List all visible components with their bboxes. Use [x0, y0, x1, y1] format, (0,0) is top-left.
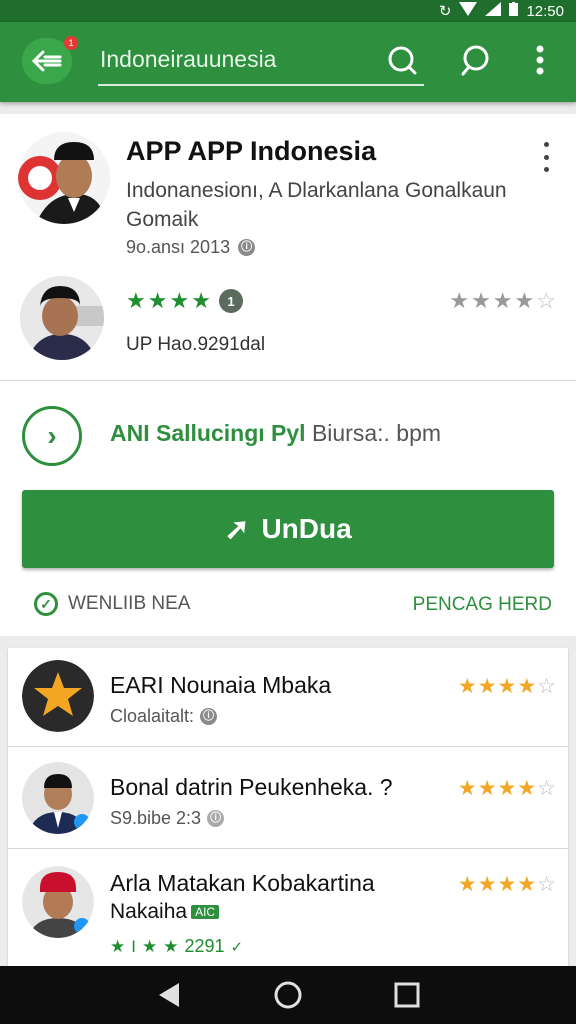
- search-field[interactable]: Indoneirauunesia: [98, 36, 424, 86]
- feature-text-primary: ANI Sallucingı Pyl: [110, 420, 306, 446]
- star-icon: ★: [497, 777, 517, 800]
- info-icon: ⓘ: [200, 708, 218, 725]
- app-date-text: 9o.ansı 2013: [126, 237, 231, 257]
- app-detail-card: APP APP Indonesia Indonanesionı, A Dlark…: [0, 114, 576, 636]
- list-item-subtitle: S9.bibe 2:3 ⓘ: [110, 808, 225, 829]
- more-link[interactable]: PENCAG HERD: [413, 594, 552, 616]
- star-icon: ★: [497, 675, 517, 698]
- list-item-title-line2: Nakaiha AIC: [110, 900, 220, 924]
- card-more-icon[interactable]: [536, 142, 556, 172]
- star-icon: ★: [163, 936, 179, 956]
- list-item-stars: ★ ★ ★ ★ ☆: [458, 776, 556, 801]
- verified-row: ✓ WENLIIB NEA: [34, 592, 190, 616]
- nav-recents-icon[interactable]: [387, 975, 427, 1015]
- rating-separator: I: [131, 936, 136, 956]
- star-empty-icon: ☆: [537, 777, 556, 800]
- install-label: UnDua: [261, 513, 352, 544]
- star-empty-icon: ☆: [537, 675, 556, 698]
- star-icon: ★: [497, 873, 517, 896]
- star-icon: ★: [141, 936, 158, 956]
- check-icon: ✓: [230, 938, 244, 956]
- battery-icon: [509, 2, 519, 20]
- app-title: APP APP Indonesia: [126, 136, 377, 166]
- star-icon: ★: [477, 675, 497, 698]
- star-empty-icon: ☆: [536, 288, 556, 313]
- list-item-stars: ★ ★ ★ ★ ☆: [458, 872, 556, 897]
- star-icon: ★: [514, 288, 535, 313]
- install-button[interactable]: ➚ UnDua: [22, 490, 554, 568]
- list-item-subtitle: Cloalaitalt: ⓘ: [110, 706, 218, 727]
- app-date: 9o.ansı 2013 ⓘ: [126, 237, 256, 258]
- status-time: 12:50: [526, 2, 564, 20]
- rating-badge: 1: [218, 289, 243, 313]
- verified-label: WENLIIB NEA: [68, 593, 191, 614]
- app-bar: 1 Indoneirauunesia: [0, 22, 576, 102]
- app-developer[interactable]: Indonanesionı, A Dlarkanlana Gonalkaun G…: [126, 176, 546, 234]
- star-icon: ★: [517, 873, 537, 896]
- app-rating-stars: ★ ★ ★ ★ 1: [126, 288, 243, 314]
- search-icon[interactable]: [382, 40, 422, 80]
- overflow-menu-icon[interactable]: [522, 40, 558, 80]
- list-item-title: Arla Matakan Kobakartina: [110, 870, 375, 896]
- feature-row[interactable]: › ANI Sallucingı Pyl Biursa:. bpm: [0, 382, 576, 488]
- list-item[interactable]: Bonal datrin Peukenheka. ? S9.bibe 2:3 ⓘ…: [8, 748, 568, 848]
- star-icon: ★: [169, 288, 190, 313]
- star-icon: ★: [457, 675, 477, 698]
- update-text: UP Hao.9291dal: [126, 334, 266, 355]
- star-icon: ★: [517, 777, 537, 800]
- developer-avatar[interactable]: [20, 276, 104, 360]
- list-item-subtitle: ★ I ★ ★ 2291 ✓: [110, 936, 243, 957]
- status-bar: ↻ 12:50: [0, 0, 576, 22]
- nav-back-icon[interactable]: [149, 975, 189, 1015]
- feature-text-secondary: Biursa:. bpm: [311, 420, 442, 446]
- star-icon: ★: [449, 288, 470, 313]
- list-item-avatar: [22, 660, 94, 732]
- rating-summary-stars: ★ ★ ★ ★ ☆: [449, 288, 556, 314]
- related-apps-list: EARI Nounaia Mbaka Cloalaitalt: ⓘ ★ ★ ★ …: [8, 648, 568, 966]
- search-input[interactable]: Indoneirauunesia: [100, 46, 276, 73]
- notification-badge: 1: [64, 36, 78, 50]
- list-item-title: EARI Nounaia Mbaka: [110, 672, 332, 698]
- check-circle-icon: ✓: [34, 592, 58, 616]
- list-item-badge: AIC: [191, 905, 220, 920]
- star-icon: ★: [492, 288, 513, 313]
- star-icon: ★: [147, 288, 168, 313]
- list-item[interactable]: Arla Matakan Kobakartina Nakaiha AIC ★ I …: [8, 850, 568, 966]
- list-item-avatar: [22, 866, 94, 938]
- list-item-subtitle-text: S9.bibe 2:3: [110, 808, 202, 828]
- list-item-title-line2-text: Nakaiha: [110, 900, 188, 923]
- wifi-icon: [459, 2, 478, 20]
- list-item-subtitle-text: 2291: [184, 936, 225, 956]
- list-item-subtitle-text: Cloalaitalt:: [110, 706, 195, 726]
- list-item-title: Bonal datrin Peukenheka. ?: [110, 774, 393, 800]
- star-icon: ★: [110, 936, 126, 956]
- nav-home-icon[interactable]: [268, 975, 308, 1015]
- star-icon: ★: [517, 675, 537, 698]
- star-icon: ★: [126, 288, 146, 313]
- star-icon: ★: [457, 873, 477, 896]
- star-empty-icon: ☆: [537, 873, 556, 896]
- navigation-bar: [0, 966, 576, 1024]
- star-icon: ★: [471, 288, 491, 313]
- feature-text: ANI Sallucingı Pyl Biursa:. bpm: [110, 420, 441, 447]
- star-icon: ★: [477, 777, 497, 800]
- star-icon: ★: [477, 873, 497, 896]
- list-item-avatar: [22, 762, 94, 834]
- list-item[interactable]: EARI Nounaia Mbaka Cloalaitalt: ⓘ ★ ★ ★ …: [8, 648, 568, 748]
- list-item-stars: ★ ★ ★ ★ ☆: [458, 674, 556, 699]
- divider: [0, 380, 576, 381]
- arrow-left-icon: [31, 50, 62, 72]
- signal-icon: [485, 2, 502, 20]
- sync-icon: ↻: [438, 3, 452, 20]
- star-icon: ★: [457, 777, 477, 800]
- app-icon[interactable]: [18, 132, 110, 224]
- chevron-right-icon: ›: [22, 406, 82, 466]
- divider: [8, 746, 568, 747]
- divider: [8, 848, 568, 849]
- voice-search-icon[interactable]: [456, 40, 496, 80]
- info-icon: ⓘ: [207, 810, 225, 827]
- star-icon: ★: [191, 288, 211, 313]
- arrow-icon: ➚: [224, 512, 250, 546]
- info-icon[interactable]: ⓘ: [238, 239, 256, 256]
